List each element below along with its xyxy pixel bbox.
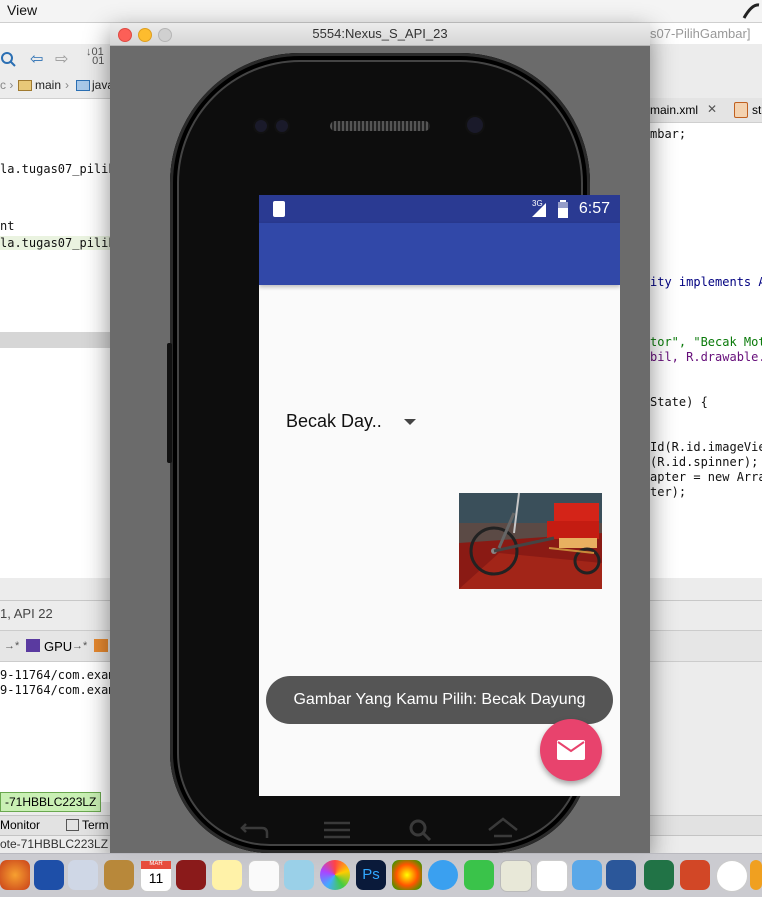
signal-icon [532,203,546,217]
ide-title-tail: s07-PilihGambar] [650,26,751,41]
code-line: nt [0,219,15,233]
excel-icon[interactable] [644,860,674,890]
folder-icon [76,80,90,91]
email-fab-button[interactable] [540,719,602,781]
home-key-icon[interactable] [486,816,520,840]
code-line: ity implements Ac [650,275,762,289]
game-center-icon[interactable] [392,860,422,890]
code-line: State) { [650,395,708,409]
contacts-icon[interactable] [104,860,134,890]
pin-icon[interactable]: →* [72,640,87,652]
code-line: apter = new Array [650,470,762,484]
emulator-titlebar: 5554:Nexus_S_API_23 [110,23,650,46]
numbers-icon[interactable] [536,860,568,892]
mac-menubar: View [0,0,762,23]
breadcrumb-main[interactable]: main [35,78,61,92]
pedicab-image [459,493,602,589]
code-line: tor", "Becak Moto [650,335,762,349]
close-icon[interactable]: ✕ [707,102,717,116]
memory-icon [94,639,108,652]
folder-icon [18,80,32,91]
calendar-icon[interactable]: MAR 11 [140,860,172,892]
calendar-day: 11 [148,870,164,886]
editor-tabs: main.xml ✕ st [650,98,762,123]
maps-icon[interactable] [284,860,314,890]
app-toolbar [259,223,620,285]
proximity-sensor [255,120,267,132]
device-screen: 3G 6:57 Becak Day.. Gambar Yang Kamu Pil… [259,195,620,796]
terminal-icon [66,819,79,831]
gpu-icon [26,639,40,652]
status-time: 6:57 [578,200,610,217]
keynote-icon[interactable] [572,860,602,890]
selection-bar [0,332,110,348]
device-api-label: 1, API 22 [0,606,53,621]
messages-icon[interactable] [428,860,458,890]
itunes-icon[interactable] [716,860,748,892]
calendar-month: MAR [141,861,171,869]
word-icon[interactable] [606,860,636,890]
status-device-line: ote-71HBBLC223LZ ( [0,837,116,851]
binary-icon[interactable]: ↓01 01 [86,47,104,67]
battery-icon [558,200,568,218]
tab-monitor[interactable]: Monitor [0,818,40,832]
volume-button [167,343,172,463]
back-key-icon[interactable] [240,818,270,840]
toast-message: Gambar Yang Kamu Pilih: Becak Dayung [266,676,613,724]
xcode-icon[interactable] [34,860,64,890]
front-camera [467,117,483,133]
tab-next[interactable]: st [752,103,761,117]
app-icon[interactable] [750,860,762,890]
textedit-icon[interactable] [500,860,532,892]
tab-terminal[interactable]: Term [82,818,109,832]
facetime-icon[interactable] [464,860,494,890]
code-line: (R.id.spinner); [650,455,759,469]
phone-frame: 3G 6:57 Becak Day.. Gambar Yang Kamu Pil… [167,53,620,853]
tab-gpu[interactable]: GPU [44,639,72,654]
spinner-selected-value[interactable]: Becak Day.. [286,411,382,432]
view-menu[interactable]: View [7,2,37,18]
notification-swoosh-icon [742,3,760,19]
preview-icon[interactable] [68,860,98,890]
window-title: 5554:Nexus_S_API_23 [312,26,448,41]
earpiece-speaker [330,121,430,131]
photos-icon[interactable] [320,860,350,890]
forward-arrow-icon[interactable]: ⇨ [55,49,68,69]
menu-key-icon[interactable] [322,821,352,839]
device-badge[interactable]: -71HBBLC223LZ [0,792,102,812]
emulator-window: 5554:Nexus_S_API_23 3G 6:57 Becak Day.. [110,23,650,853]
dictionary-icon[interactable] [176,860,206,890]
powerpoint-icon[interactable] [680,860,710,890]
spinner-dropdown-arrow-icon[interactable] [404,419,416,425]
search-key-icon[interactable] [408,818,432,842]
notes-icon[interactable] [212,860,242,890]
reminders-icon[interactable] [248,860,280,892]
project-pane: la.tugas07_pilihgam nt la.tugas07_pilihg… [0,122,138,577]
code-line: la.tugas07_pilihgam [0,236,138,250]
sd-card-icon [273,201,285,217]
log-line: 9-11764/com.exam [0,668,116,682]
code-line: Id(R.id.imageView [650,440,762,454]
code-line: ter); [650,485,687,499]
code-line: mbar; [650,127,687,141]
photoshop-icon[interactable]: Ps [356,860,386,890]
tab-main-xml[interactable]: main.xml [650,103,698,117]
mail-icon [557,740,585,760]
log-line: 9-11764/com.exam [0,683,116,697]
code-line: bil, R.drawable.s [650,350,762,364]
status-bar: 3G 6:57 [259,195,620,223]
pin-icon[interactable]: →* [4,640,19,652]
mac-dock: MAR 11 Ps [0,853,762,897]
file-icon [734,102,748,118]
search-replace-icon[interactable] [0,50,16,68]
back-arrow-icon[interactable]: ⇦ [30,49,43,69]
firefox-icon[interactable] [0,860,30,890]
light-sensor [276,120,288,132]
